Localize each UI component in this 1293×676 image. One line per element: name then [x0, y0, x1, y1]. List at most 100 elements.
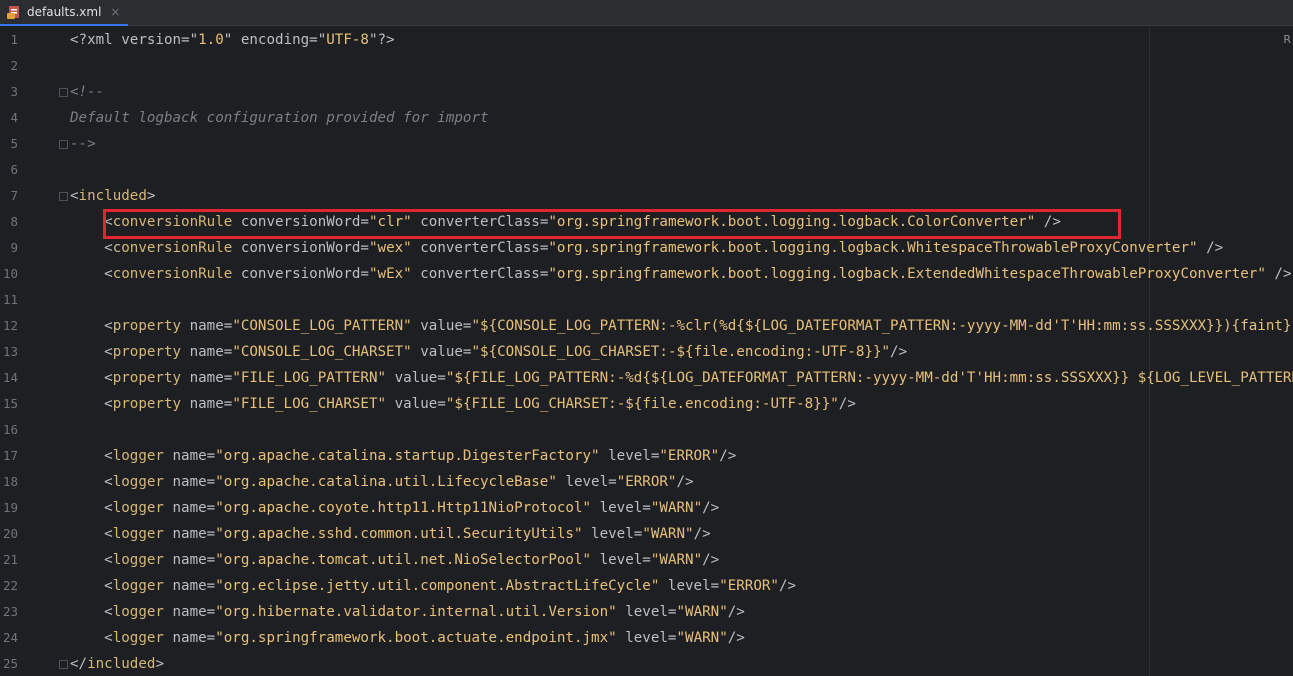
code-token: "WARN" [650, 500, 703, 516]
line-number: 3 [10, 84, 18, 99]
code-token: name= [163, 630, 216, 646]
code-token: level= [616, 604, 677, 620]
code-token: > [146, 188, 156, 204]
code-line[interactable]: <logger name="org.eclipse.jetty.util.com… [70, 573, 796, 599]
code-token: /> [838, 396, 856, 412]
code-token: conversionWord= [232, 266, 369, 282]
line-number: 20 [2, 526, 18, 541]
code-token: < [70, 526, 113, 542]
fold-marker-icon[interactable] [59, 660, 68, 669]
code-token: "org.springframework.boot.logging.logbac… [548, 266, 1266, 282]
fold-marker-icon[interactable] [59, 88, 68, 97]
code-line[interactable]: <logger name="org.apache.catalina.util.L… [70, 469, 694, 495]
line-number-gutter: 1 2 3 4 5 6 7 8 9 10 11 12 13 14 15 16 17 18 19 20 21 22 23 24 2… [0, 27, 60, 676]
line-number: 13 [2, 344, 18, 359]
code-line[interactable]: --> [70, 131, 96, 157]
code-token: property [112, 396, 182, 412]
code-editor[interactable]: 1 2 3 4 5 6 7 8 9 10 11 12 13 14 15 16 17 18 19 20 21 22 23 24 2… [0, 27, 1293, 676]
code-token: /> [676, 474, 694, 490]
code-token: < [70, 474, 113, 490]
code-token: "${CONSOLE_LOG_CHARSET:-${file.encoding:… [471, 344, 891, 360]
code-token: --> [70, 136, 96, 152]
code-token: " encoding=" [223, 32, 327, 48]
code-token: name= [181, 344, 233, 360]
code-token: 1.0 [198, 32, 224, 48]
code-token: </ [70, 656, 88, 672]
code-line[interactable]: </included> [70, 651, 164, 676]
code-line[interactable]: <logger name="org.apache.catalina.startu… [70, 443, 736, 469]
code-token: /> [702, 500, 720, 516]
code-line[interactable]: <!-- [70, 79, 104, 105]
code-token: logger [112, 526, 164, 542]
code-line[interactable]: Default logback configuration provided f… [70, 105, 489, 131]
code-token: logger [112, 578, 164, 594]
code-line[interactable]: <logger name="org.apache.tomcat.util.net… [70, 547, 719, 573]
right-margin-guide [1149, 27, 1150, 676]
line-number: 11 [2, 292, 18, 307]
code-line[interactable]: <property name="CONSOLE_LOG_CHARSET" val… [70, 339, 907, 365]
code-token: UTF-8 [326, 32, 369, 48]
code-token: property [112, 344, 182, 360]
code-token: "org.hibernate.validator.internal.util.V… [215, 604, 617, 620]
close-icon[interactable]: × [110, 5, 120, 19]
code-token: < [70, 370, 113, 386]
code-token: /> [727, 604, 745, 620]
code-line[interactable]: <conversionRule conversionWord="wEx" con… [70, 261, 1291, 287]
code-token: level= [616, 630, 677, 646]
code-line[interactable]: <logger name="org.apache.coyote.http11.H… [70, 495, 719, 521]
code-line[interactable]: <logger name="org.apache.sshd.common.uti… [70, 521, 711, 547]
code-token: < [70, 578, 113, 594]
line-number: 21 [2, 552, 18, 567]
code-token: value= [386, 370, 446, 386]
code-token: name= [163, 500, 216, 516]
code-token: name= [163, 552, 216, 568]
code-token: "${CONSOLE_LOG_PATTERN:-%clr(%d{${LOG_DA… [471, 318, 1292, 334]
code-line[interactable]: <property name="CONSOLE_LOG_PATTERN" val… [70, 313, 1291, 339]
line-number: 24 [2, 630, 18, 645]
line-number: 14 [2, 370, 18, 385]
code-token: /> [702, 552, 720, 568]
code-token: name= [181, 318, 233, 334]
code-token: converterClass= [411, 266, 549, 282]
line-number: 10 [2, 266, 18, 281]
fold-marker-icon[interactable] [59, 192, 68, 201]
code-token: "${FILE_LOG_PATTERN:-%d{${LOG_DATEFORMAT… [445, 370, 1293, 386]
line-number: 23 [2, 604, 18, 619]
code-line[interactable]: <conversionRule conversionWord="wex" con… [70, 235, 1223, 261]
code-token: "wEx" [368, 266, 412, 282]
line-number: 9 [10, 240, 18, 255]
code-line[interactable]: <property name="FILE_LOG_PATTERN" value=… [70, 365, 1293, 391]
code-token: "CONSOLE_LOG_CHARSET" [232, 344, 412, 360]
code-token: name= [181, 370, 233, 386]
code-line[interactable]: <logger name="org.hibernate.validator.in… [70, 599, 745, 625]
xml-file-icon [6, 4, 22, 20]
code-token: level= [591, 500, 651, 516]
code-token: < [70, 240, 113, 256]
line-number: 17 [2, 448, 18, 463]
fold-marker-icon[interactable] [59, 140, 68, 149]
code-token: "org.apache.tomcat.util.net.NioSelectorP… [215, 552, 592, 568]
code-token: < [70, 318, 113, 334]
code-token: name= [163, 604, 216, 620]
code-token: level= [582, 526, 643, 542]
code-token: < [70, 604, 113, 620]
code-token: logger [112, 604, 164, 620]
line-number: 7 [10, 188, 18, 203]
code-token: < [70, 266, 113, 282]
code-token: < [70, 630, 113, 646]
code-token: name= [163, 578, 216, 594]
reader-mode-label[interactable]: R [1283, 33, 1291, 46]
code-line[interactable]: <?xml version="1.0" encoding="UTF-8"?> [70, 27, 395, 53]
code-line[interactable]: <included> [70, 183, 155, 209]
tab-defaults-xml[interactable]: defaults.xml × [0, 0, 129, 26]
code-token: /> [727, 630, 745, 646]
code-line[interactable]: <property name="FILE_LOG_CHARSET" value=… [70, 391, 856, 417]
code-token: "ERROR" [616, 474, 677, 490]
code-token: /> [693, 526, 711, 542]
code-line[interactable]: <conversionRule conversionWord="clr" con… [70, 209, 1061, 235]
code-token: < [70, 344, 113, 360]
line-number: 22 [2, 578, 18, 593]
code-line[interactable]: <logger name="org.springframework.boot.a… [70, 625, 745, 651]
code-token: conversionWord= [232, 240, 369, 256]
code-token: < [70, 396, 113, 412]
